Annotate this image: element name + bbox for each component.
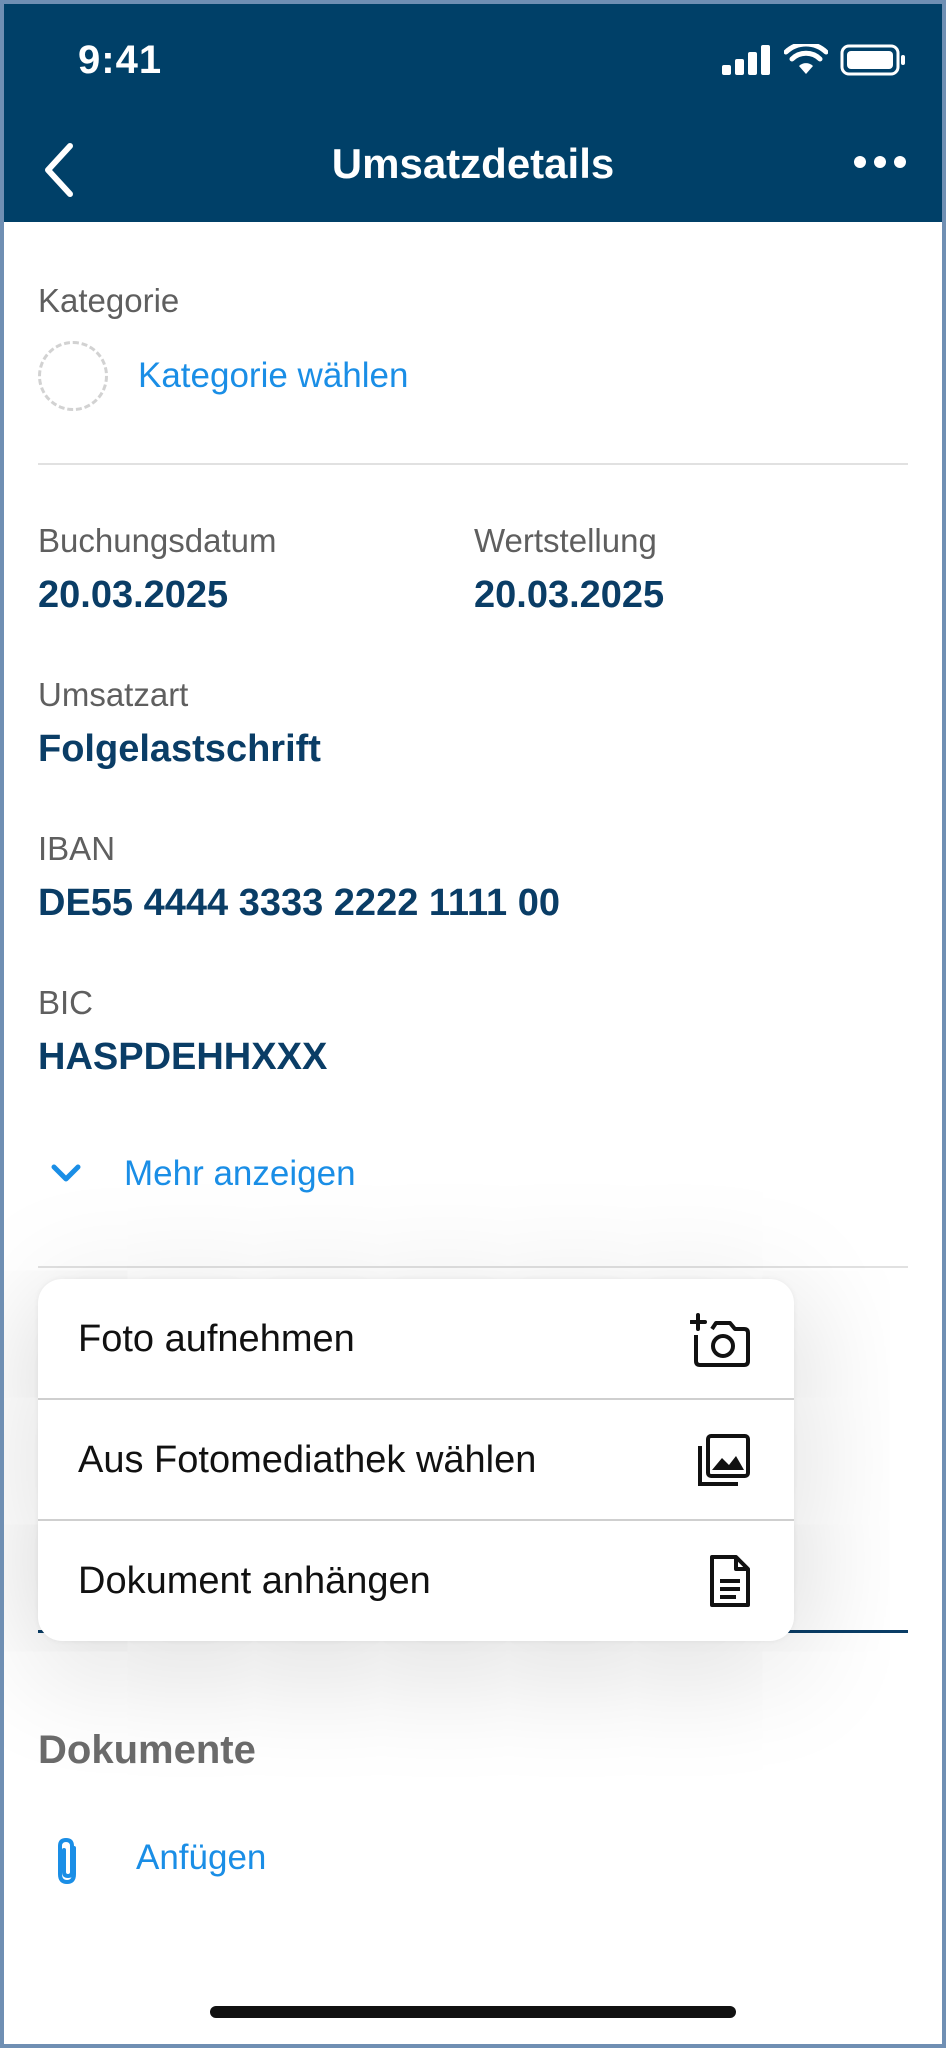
show-more-label: Mehr anzeigen: [124, 1154, 356, 1193]
booking-date-label: Buchungsdatum: [38, 522, 277, 559]
category-label: Kategorie: [38, 282, 180, 319]
category-placeholder-icon: [38, 341, 108, 411]
status-time: 9:41: [78, 38, 163, 82]
iban-value: DE55 4444 3333 2222 1111 00: [38, 882, 560, 924]
choose-category-link[interactable]: Kategorie wählen: [138, 356, 408, 396]
iban-label: IBAN: [38, 830, 116, 867]
chevron-down-icon: [51, 1164, 81, 1182]
divider: [38, 463, 908, 465]
more-dot-icon: [874, 156, 886, 168]
value-date-value: 20.03.2025: [474, 574, 665, 616]
attach-document-button[interactable]: Anfügen: [38, 1832, 298, 1892]
photo-library-icon: [698, 1434, 750, 1486]
bic-value: HASPDEHHXXX: [38, 1036, 328, 1078]
more-options-button[interactable]: [850, 148, 910, 176]
documents-section-title: Dokumente: [38, 1728, 256, 1772]
booking-date-value: 20.03.2025: [38, 574, 229, 616]
menu-item-label: Dokument anhängen: [78, 1559, 431, 1602]
document-icon: [710, 1555, 750, 1607]
paperclip-icon: [58, 1837, 76, 1885]
page-title: Umsatzdetails: [331, 140, 615, 187]
nav-header: 9:41 Umsatzdetails: [0, 0, 946, 222]
divider: [38, 1266, 908, 1268]
attach-label: Anfügen: [136, 1838, 267, 1877]
menu-item-attach-document[interactable]: Dokument anhängen: [38, 1521, 794, 1641]
cellular-signal-icon: [722, 45, 770, 75]
value-date-label: Wertstellung: [474, 522, 657, 559]
battery-icon: [840, 44, 905, 76]
camera-add-icon: [690, 1313, 750, 1367]
wifi-icon: [784, 44, 828, 74]
menu-item-label: Foto aufnehmen: [78, 1317, 355, 1360]
transaction-type-label: Umsatzart: [38, 676, 189, 713]
more-dot-icon: [854, 156, 866, 168]
bic-label: BIC: [38, 984, 94, 1021]
menu-item-take-photo[interactable]: Foto aufnehmen: [38, 1279, 794, 1399]
transaction-type-value: Folgelastschrift: [38, 728, 321, 770]
show-more-button[interactable]: Mehr anzeigen: [38, 1148, 378, 1204]
home-indicator: [210, 2006, 736, 2018]
status-icons: [722, 44, 906, 76]
attachment-menu: Foto aufnehmen Aus Fotomediathek wählen …: [38, 1279, 794, 1641]
menu-item-photo-library[interactable]: Aus Fotomediathek wählen: [38, 1400, 794, 1520]
more-dot-icon: [894, 156, 906, 168]
menu-item-label: Aus Fotomediathek wählen: [78, 1438, 537, 1481]
